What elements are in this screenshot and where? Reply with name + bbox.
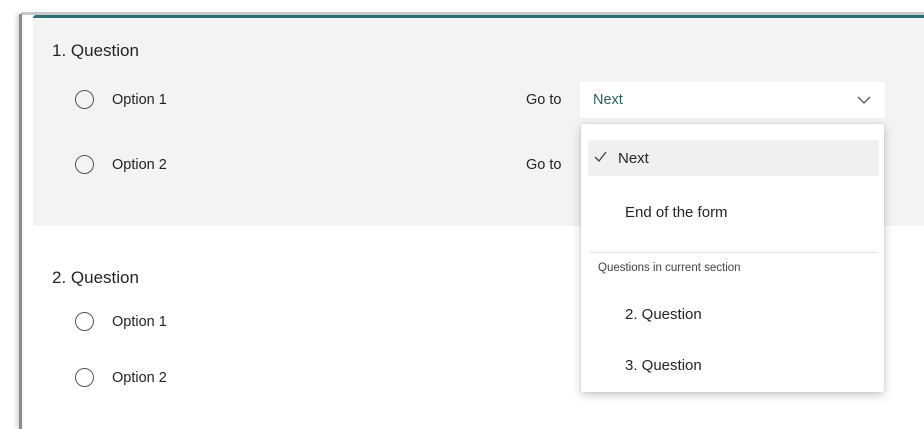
dropdown-item-label: End of the form bbox=[625, 203, 728, 221]
branch-select-value: Next bbox=[593, 92, 623, 108]
goto-label: Go to bbox=[526, 157, 562, 173]
branch-dropdown-menu: Next End of the form Questions in curren… bbox=[581, 124, 884, 392]
chevron-down-icon[interactable] bbox=[857, 93, 871, 107]
dropdown-item-label: 2. Question bbox=[625, 305, 702, 323]
option-label: Option 1 bbox=[112, 313, 167, 330]
dropdown-item-end-of-form[interactable]: End of the form bbox=[588, 194, 879, 230]
option-label: Option 2 bbox=[112, 369, 167, 386]
option-label: Option 2 bbox=[112, 156, 167, 173]
dropdown-divider bbox=[590, 252, 877, 253]
dropdown-item-label: 3. Question bbox=[625, 356, 702, 374]
radio-button[interactable] bbox=[75, 312, 94, 331]
radio-button[interactable] bbox=[75, 155, 94, 174]
window-left-edge bbox=[19, 14, 22, 429]
dropdown-item-label: Next bbox=[618, 149, 649, 167]
question-2-option-1[interactable]: Option 1 bbox=[75, 312, 167, 331]
checkmark-icon bbox=[594, 150, 612, 166]
question-1-option-1[interactable]: Option 1 bbox=[75, 90, 167, 109]
dropdown-item-next[interactable]: Next bbox=[588, 140, 879, 176]
question-title-1: 1. Question bbox=[52, 41, 139, 60]
radio-button[interactable] bbox=[75, 90, 94, 109]
branch-select[interactable]: Next bbox=[580, 82, 885, 118]
option-label: Option 1 bbox=[112, 91, 167, 108]
goto-label: Go to bbox=[526, 92, 562, 108]
dropdown-item-question-2[interactable]: 2. Question bbox=[588, 296, 879, 332]
form-editor-viewport: 1. Question Option 1 Go to Option 2 Go t… bbox=[0, 0, 924, 429]
radio-button[interactable] bbox=[75, 368, 94, 387]
question-title-2: 2. Question bbox=[52, 268, 139, 287]
dropdown-item-question-3[interactable]: 3. Question bbox=[588, 347, 879, 383]
question-2-option-2[interactable]: Option 2 bbox=[75, 368, 167, 387]
question-1-option-2[interactable]: Option 2 bbox=[75, 155, 167, 174]
dropdown-group-header: Questions in current section bbox=[598, 262, 741, 274]
